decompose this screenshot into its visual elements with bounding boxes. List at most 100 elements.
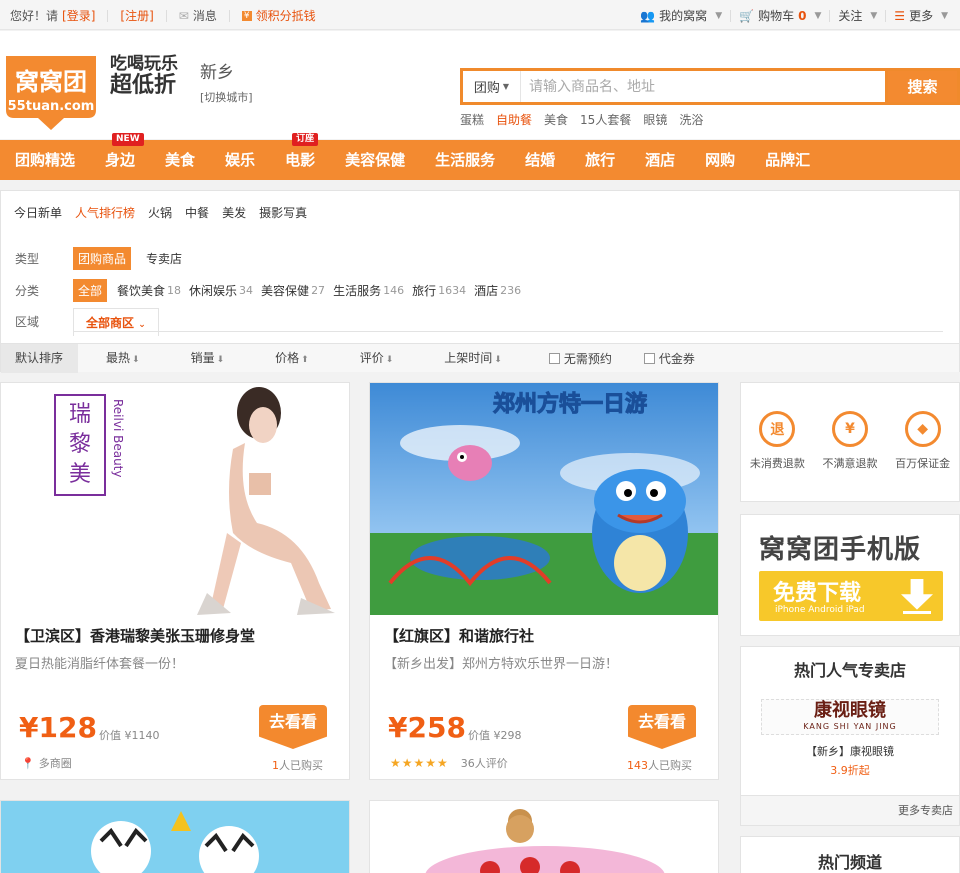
category-option[interactable]: 酒店 — [474, 279, 498, 302]
arrow-up-icon: ⬆ — [301, 354, 309, 365]
type-option[interactable]: 团购商品 — [73, 247, 132, 270]
nav-item-nearby[interactable]: NEW 身边 — [90, 133, 150, 180]
register-link[interactable]: [注册] — [120, 7, 153, 24]
guarantee-item[interactable]: ◆ 百万保证金 — [895, 411, 950, 471]
sort-hot[interactable]: 最热 ⬇ — [78, 344, 159, 373]
deal-card[interactable] — [369, 800, 719, 873]
hotword-link[interactable]: 眼镜 — [643, 111, 667, 128]
sort-default[interactable]: 默认排序 — [1, 343, 79, 373]
cart-menu[interactable]: 🛒 购物车 0 ▼ — [739, 7, 821, 24]
type-option[interactable]: 专卖店 — [141, 247, 187, 270]
quick-link[interactable]: 美发 — [222, 204, 246, 221]
nav-item-food[interactable]: 美食 — [150, 140, 210, 180]
deal-card[interactable] — [0, 800, 350, 873]
nav-item-life[interactable]: 生活服务 — [420, 140, 510, 180]
category-option[interactable]: 美容保健 — [261, 279, 309, 302]
nav-item-featured[interactable]: 团购精选 — [0, 140, 90, 180]
more-menu[interactable]: ☰ 更多 ▼ — [894, 7, 948, 24]
site-header: 窝窝团 55tuan.com 吃喝玩乐 超低折 新乡 [切换城市] 团购 ▼ 搜… — [0, 31, 960, 139]
hotword-link[interactable]: 自助餐 — [496, 111, 532, 128]
search-button[interactable]: 搜索 — [885, 71, 957, 102]
nav-item-wedding[interactable]: 结婚 — [510, 140, 570, 180]
nav-item-hotel[interactable]: 酒店 — [630, 140, 690, 180]
voucher-checkbox[interactable]: 代金券 — [643, 350, 695, 367]
category-option[interactable]: 生活服务 — [333, 279, 381, 302]
hotword-link[interactable]: 15人套餐 — [580, 111, 631, 128]
sort-sales[interactable]: 销量 ⬇ — [159, 344, 244, 373]
chevron-down-icon: ▼ — [814, 10, 822, 21]
sort-price[interactable]: 价格 ⬆ — [243, 344, 328, 373]
arrow-down-icon: ⬇ — [216, 354, 225, 365]
slogan-line1: 吃喝玩乐 — [110, 54, 178, 74]
no-reservation-checkbox[interactable]: 无需预约 — [548, 350, 612, 367]
deal-card[interactable]: 郑州方特一日游 【红旗区】和谐旅行社 【新乡出发】郑州方特欢乐世界一日游！ ¥2… — [369, 382, 719, 780]
hotword-link[interactable]: 美食 — [544, 111, 568, 128]
quick-link[interactable]: 中餐 — [185, 204, 209, 221]
search-input[interactable] — [521, 71, 885, 102]
slogan-line2: 超低折 — [110, 73, 177, 98]
nav-item-entertainment[interactable]: 娱乐 — [210, 140, 270, 180]
guarantee-item[interactable]: ¥ 不满意退款 — [822, 411, 877, 471]
divider — [228, 9, 230, 22]
type-filter-row: 类型 团购商品 专卖店 — [15, 247, 197, 270]
deal-image[interactable]: 郑州方特一日游 — [370, 383, 718, 615]
quick-link[interactable]: 今日新单 — [14, 204, 62, 221]
nav-item-shopping[interactable]: 网购 — [690, 140, 750, 180]
category-label: 分类 — [15, 284, 40, 298]
mobile-app-promo[interactable]: 窝窝团手机版 免费下载 iPhone Android iPad — [740, 514, 960, 636]
download-button[interactable]: 免费下载 iPhone Android iPad — [759, 571, 943, 621]
mobile-app-title: 窝窝团手机版 — [759, 535, 922, 565]
deal-original-price: 价值 ¥1140 — [99, 729, 160, 742]
more-shops-link[interactable]: 更多专卖店 — [741, 795, 959, 825]
region-tab-label: 全部商区 — [86, 316, 135, 330]
deal-card[interactable]: 瑞 黎 美 Reilvi Beauty 【卫滨区】香港瑞黎美张玉珊修身堂 夏日热… — [0, 382, 350, 780]
deal-image[interactable]: 瑞 黎 美 Reilvi Beauty — [1, 383, 349, 615]
sort-bar: 默认排序 最热 ⬇ 销量 ⬇ 价格 ⬆ 评价 ⬇ 上架时间 ⬇ 无需预约 代金券 — [1, 343, 959, 373]
shop-name-link[interactable]: 【新乡】康视眼镜 — [741, 743, 959, 759]
search-type-select[interactable]: 团购 ▼ — [463, 71, 521, 102]
category-count: 27 — [311, 284, 326, 297]
points-link[interactable]: 领积分抵钱 — [256, 7, 316, 24]
hotword-link[interactable]: 蛋糕 — [460, 111, 484, 128]
nav-item-label: 身边 — [105, 151, 136, 169]
login-link[interactable]: [登录] — [62, 7, 95, 24]
deal-image[interactable] — [1, 801, 349, 873]
guarantee-item[interactable]: 退 未消费退款 — [750, 411, 805, 471]
divider — [73, 331, 943, 332]
sort-label: 最热 — [106, 350, 131, 365]
view-deal-button[interactable]: 去看看 — [259, 705, 327, 749]
nav-item-beauty[interactable]: 美容保健 — [330, 140, 420, 180]
deal-image[interactable] — [370, 801, 718, 873]
my-account-menu[interactable]: 👥 我的窝窝 ▼ — [640, 7, 722, 24]
messages-link[interactable]: 消息 — [193, 7, 217, 24]
follow-menu[interactable]: 关注 ▼ — [838, 7, 877, 24]
sort-rating[interactable]: 评价 ⬇ — [328, 344, 413, 373]
quick-link[interactable]: 火锅 — [148, 204, 172, 221]
deal-title[interactable]: 【卫滨区】香港瑞黎美张玉珊修身堂 — [15, 625, 255, 646]
cart-label: 购物车 — [758, 9, 795, 23]
shop-banner[interactable]: 康视眼镜 KANG SHI YAN JING — [761, 699, 939, 735]
nav-item-movie[interactable]: 订座 电影 — [270, 133, 330, 180]
category-option[interactable]: 休闲娱乐 — [189, 279, 237, 302]
deal-original-price: 价值 ¥298 — [468, 729, 522, 742]
main-nav: 团购精选 NEW 身边 美食 娱乐 订座 电影 美容保健 生活服务 结婚 旅行 酒店… — [0, 133, 960, 180]
deal-sold: 143人已购买 — [627, 757, 692, 773]
quick-link[interactable]: 摄影写真 — [259, 204, 307, 221]
category-option[interactable]: 全部 — [73, 279, 108, 302]
hotword-link[interactable]: 洗浴 — [679, 111, 703, 128]
brand-en: Reilvi Beauty — [111, 399, 125, 477]
switch-city-link[interactable]: [切换城市] — [200, 89, 253, 105]
view-deal-button[interactable]: 去看看 — [628, 705, 696, 749]
type-label: 类型 — [15, 252, 40, 266]
more-label: 更多 — [909, 9, 934, 23]
nav-item-travel[interactable]: 旅行 — [570, 140, 630, 180]
category-option[interactable]: 餐饮美食 — [117, 279, 165, 302]
deal-title[interactable]: 【红旗区】和谐旅行社 — [384, 625, 534, 646]
chevron-down-icon: ▼ — [870, 10, 878, 21]
category-option[interactable]: 旅行 — [412, 279, 436, 302]
quick-link[interactable]: 人气排行榜 — [75, 204, 135, 221]
download-label: 免费下载 — [773, 581, 862, 606]
sort-newest[interactable]: 上架时间 ⬇ — [412, 344, 521, 373]
site-logo[interactable]: 窝窝团 55tuan.com — [2, 52, 100, 132]
nav-item-brands[interactable]: 品牌汇 — [750, 140, 825, 180]
